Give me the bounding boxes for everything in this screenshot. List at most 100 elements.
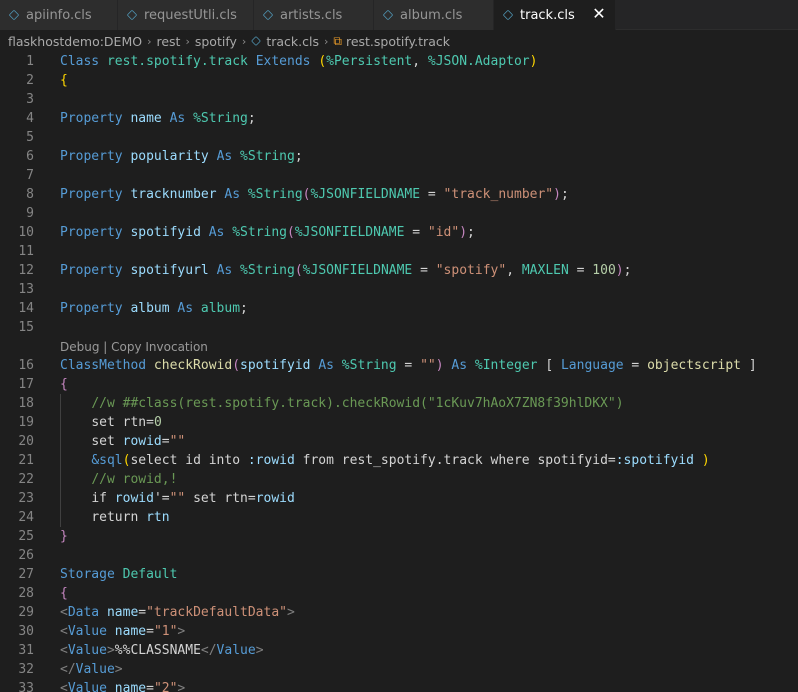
line-number: 31 (18, 643, 34, 658)
code-line: 20 set rowid="" (0, 432, 798, 451)
code-text: Property album As album; (60, 299, 248, 318)
code-token: objectscript (647, 358, 742, 373)
code-token: %String (341, 358, 397, 373)
line-number: 32 (18, 662, 34, 677)
code-token: set (91, 434, 123, 449)
line-number: 14 (18, 301, 34, 316)
code-text: <Value>%%CLASSNAME</Value> (60, 641, 264, 660)
line-number: 2 (26, 73, 34, 88)
line-number: 29 (18, 605, 34, 620)
tab-label: track.cls (520, 7, 575, 23)
code-token: As (169, 111, 186, 126)
breadcrumb-item[interactable]: spotify (195, 34, 237, 49)
code-token: %String (240, 263, 295, 278)
tab-label: requestUtli.cls (144, 7, 237, 23)
line-number: 33 (18, 681, 34, 692)
code-token: ClassMethod (60, 358, 147, 373)
code-line: 29 <Data name="trackDefaultData"> (0, 603, 798, 622)
code-token: Property (60, 263, 123, 278)
code-token: ) (615, 263, 624, 278)
tab-label: album.cls (400, 7, 463, 23)
code-text: if rowid'="" set rtn=rowid (60, 489, 295, 508)
code-token: { (60, 586, 68, 601)
code-token: set rtn= (185, 491, 256, 506)
tab-album-cls[interactable]: album.cls (374, 0, 494, 30)
code-token: Property (60, 111, 123, 126)
code-token: As (177, 301, 194, 316)
line-number: 12 (18, 263, 34, 278)
code-token: :spotifyid (615, 453, 695, 468)
code-token: "trackDefaultData" (146, 605, 287, 620)
code-token: ( (294, 263, 303, 278)
code-token: , (506, 263, 522, 278)
code-token: = (396, 358, 421, 373)
breadcrumb-item[interactable]: rest (156, 34, 180, 49)
code-token: < (60, 681, 68, 692)
breadcrumb-item[interactable]: rest.spotify.track (346, 34, 450, 49)
class-symbol-icon: ⧉ (333, 33, 342, 48)
code-token: %Integer (474, 358, 538, 373)
code-token: rowid (122, 434, 162, 449)
code-text: <Value name="1"> (60, 622, 185, 641)
code-token: { (60, 73, 68, 88)
code-line: 26 (0, 546, 798, 565)
code-line: 10 Property spotifyid As %String(%JSONFIE… (0, 223, 798, 242)
code-token: spotifyid (240, 358, 311, 373)
code-token: ) (459, 225, 468, 240)
code-token: name (130, 111, 162, 126)
code-token: Property (60, 301, 123, 316)
code-token: %String (247, 187, 303, 202)
code-token: Language (560, 358, 624, 373)
tab-track-cls[interactable]: track.cls ✕ (494, 0, 616, 30)
code-text: Storage Default (60, 565, 177, 584)
code-token: = (623, 358, 648, 373)
code-line: 25} (0, 527, 798, 546)
line-number: 28 (18, 586, 34, 601)
code-token: ) (435, 358, 444, 373)
code-token: %%CLASSNAME (114, 643, 201, 658)
tab-apiinfo-cls[interactable]: apiinfo.cls (0, 0, 118, 30)
tab-requestutli-cls[interactable]: requestUtli.cls (118, 0, 254, 30)
code-token: > (287, 605, 295, 620)
code-token: = (568, 263, 593, 278)
code-line: 31 <Value>%%CLASSNAME</Value> (0, 641, 798, 660)
code-text: </Value> (60, 660, 123, 679)
code-token: = (412, 263, 436, 278)
breadcrumb-item[interactable]: flaskhostdemo:DEMO (8, 34, 142, 49)
line-number: 21 (18, 453, 34, 468)
code-text: Property name As %String; (60, 109, 256, 128)
code-token: '= (153, 491, 170, 506)
editor-tab-bar: apiinfo.cls requestUtli.cls artists.cls alb… (0, 0, 798, 30)
chevron-right-icon: › (241, 34, 247, 48)
code-token: rest.spotify.track (106, 54, 248, 69)
code-line: 19 set rtn=0 (0, 413, 798, 432)
cls-file-icon (502, 9, 514, 21)
codelens-actions[interactable]: Debug | Copy Invocation (0, 337, 798, 356)
code-editor[interactable]: 1 Class rest.spotify.track Extends (%Pers… (0, 52, 798, 692)
code-line: 21 &sql(select id into :rowid from rest_… (0, 451, 798, 470)
code-token: %String (232, 225, 288, 240)
tab-label: apiinfo.cls (26, 7, 92, 23)
breadcrumb: flaskhostdemo:DEMO › rest › spotify › track.cl… (0, 30, 798, 52)
line-number: 8 (26, 187, 34, 202)
tab-artists-cls[interactable]: artists.cls (254, 0, 374, 30)
code-text: &sql(select id into :rowid from rest_spo… (60, 451, 709, 470)
code-line: 13 (0, 280, 798, 299)
code-line: 8 Property tracknumber As %String(%JSONFI… (0, 185, 798, 204)
code-token: = (161, 434, 170, 449)
line-number: 1 (26, 54, 34, 69)
code-token: tracknumber (130, 187, 217, 202)
code-line: 2{ (0, 71, 798, 90)
code-token: :rowid (247, 453, 295, 468)
close-tab-icon[interactable]: ✕ (591, 6, 607, 22)
breadcrumb-item[interactable]: track.cls (266, 34, 319, 49)
code-line: 4 Property name As %String; (0, 109, 798, 128)
